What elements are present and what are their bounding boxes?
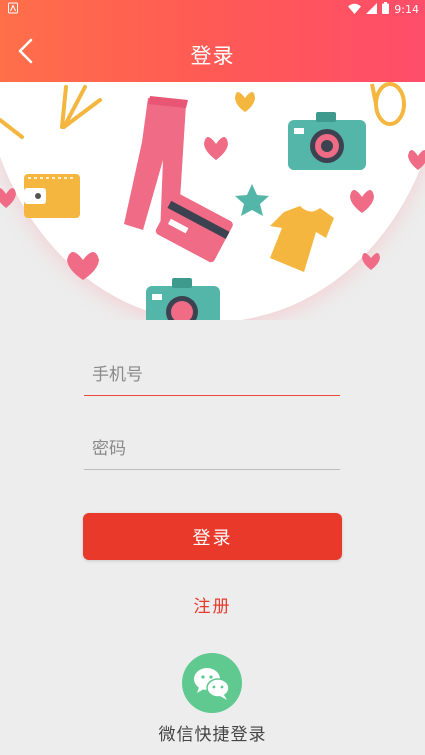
phone-input[interactable]	[84, 354, 340, 396]
title-bar: 登录	[0, 18, 425, 82]
heart-icon	[408, 150, 425, 170]
camera-icon	[146, 278, 220, 320]
login-button[interactable]: 登录	[83, 513, 342, 560]
password-input[interactable]	[84, 428, 340, 470]
battery-icon	[382, 2, 390, 17]
heart-icon	[67, 252, 99, 280]
star-icon	[235, 184, 269, 216]
wallet-icon	[24, 174, 80, 218]
wechat-icon	[194, 668, 230, 700]
wifi-icon	[348, 3, 362, 17]
app-header: 9:14 登录	[0, 0, 425, 82]
heart-icon	[235, 92, 255, 112]
register-link[interactable]: 注册	[0, 592, 425, 617]
wechat-login-button[interactable]	[182, 653, 242, 713]
heart-icon	[350, 190, 374, 213]
signal-icon	[366, 2, 378, 17]
glasses-icon	[370, 82, 406, 126]
page-title: 登录	[190, 44, 235, 68]
t-shirt-icon	[270, 206, 334, 272]
heart-icon	[0, 188, 16, 208]
camera-icon	[288, 112, 366, 170]
heart-icon	[362, 253, 380, 270]
wechat-login-label: 微信快捷登录	[158, 725, 267, 745]
hanger-icon	[0, 85, 102, 139]
status-time: 9:14	[394, 3, 419, 16]
heart-icon	[204, 137, 228, 160]
status-bar: 9:14	[0, 0, 425, 18]
notification-icon	[8, 2, 18, 17]
hero-banner	[0, 82, 425, 320]
shopping-illustration	[0, 82, 425, 320]
